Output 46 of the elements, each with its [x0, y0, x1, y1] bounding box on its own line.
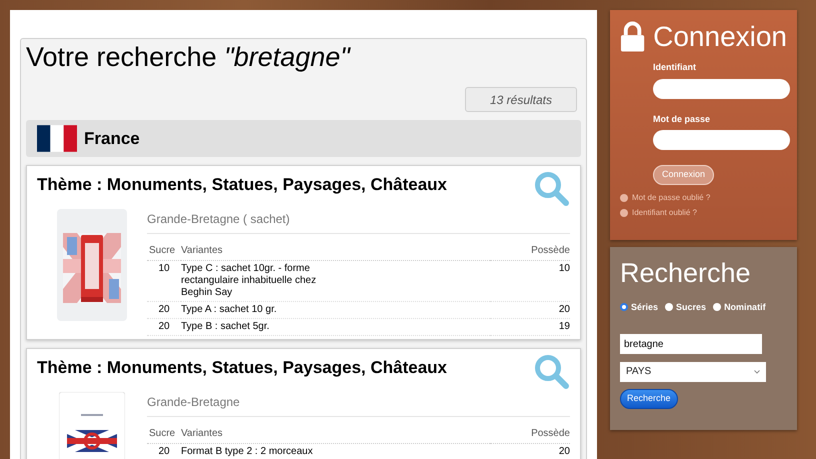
help-link[interactable]: Mot de passe oublié ?	[620, 192, 787, 204]
column-header: Variantes	[181, 242, 490, 260]
password-field[interactable]	[653, 130, 790, 150]
radio-button[interactable]	[620, 303, 628, 312]
radio-option[interactable]: Sucres	[665, 300, 706, 314]
results-count: 13 résultats	[465, 87, 577, 112]
column-header: Possède	[490, 242, 570, 260]
table-cell: 20	[490, 444, 570, 459]
table-cell: 10	[490, 260, 570, 302]
radio-option[interactable]: Nominatif	[713, 300, 766, 314]
table-cell: 20	[147, 318, 181, 336]
lock-icon	[620, 21, 646, 53]
search-field[interactable]: bretagne	[620, 334, 762, 354]
login-button[interactable]: Connexion	[653, 165, 714, 185]
username-field[interactable]	[653, 78, 790, 98]
theme-title: Thème : Monuments, Statues, Paysages, Châteaux	[37, 358, 448, 378]
table-cell: 10	[147, 260, 181, 302]
help-link[interactable]: Identifiant oublié ?	[620, 207, 787, 219]
column-header: Sucre	[147, 425, 181, 444]
table-cell: 20	[490, 302, 570, 318]
table-cell-text: Type A : sachet 10 gr.	[181, 304, 278, 316]
flag-icon	[37, 125, 77, 152]
theme-title: Thème : Monuments, Statues, Paysages, Châteaux	[37, 175, 448, 195]
radio-button[interactable]	[665, 303, 674, 312]
country-name: France	[84, 128, 140, 150]
country-select[interactable]: PAYS	[620, 362, 766, 382]
column-header: Variantes	[181, 425, 490, 444]
column-header: Sucre	[147, 242, 181, 260]
table-cell-text: Type C : sachet 10gr. - forme rectangulaire inhabituelle chez Beghin Say	[181, 263, 318, 299]
search-title: Votre recherche "bretagne"	[26, 41, 352, 74]
series-name: Grande-Bretagne	[147, 392, 570, 417]
table-cell: 20	[147, 302, 181, 318]
column-header: Possède	[490, 425, 570, 444]
field-label: Mot de passe	[653, 112, 712, 126]
table-cell-text: Type B : sachet 5gr.	[181, 321, 270, 333]
radio-button[interactable]	[713, 303, 722, 312]
table-cell: 20	[147, 444, 181, 459]
radio-option[interactable]: Séries	[620, 300, 658, 314]
login-title: Connexion	[653, 20, 787, 54]
series-name: Grande-Bretagne ( sachet)	[147, 209, 570, 234]
chevron-down-icon	[754, 370, 760, 374]
table-cell-text: Format B type 2 : 2 morceaux	[181, 446, 314, 458]
search-button[interactable]: Recherche	[620, 388, 678, 408]
field-label: Identifiant	[653, 61, 697, 74]
table-cell: 19	[490, 318, 570, 336]
search-panel-title: Recherche	[620, 257, 752, 290]
